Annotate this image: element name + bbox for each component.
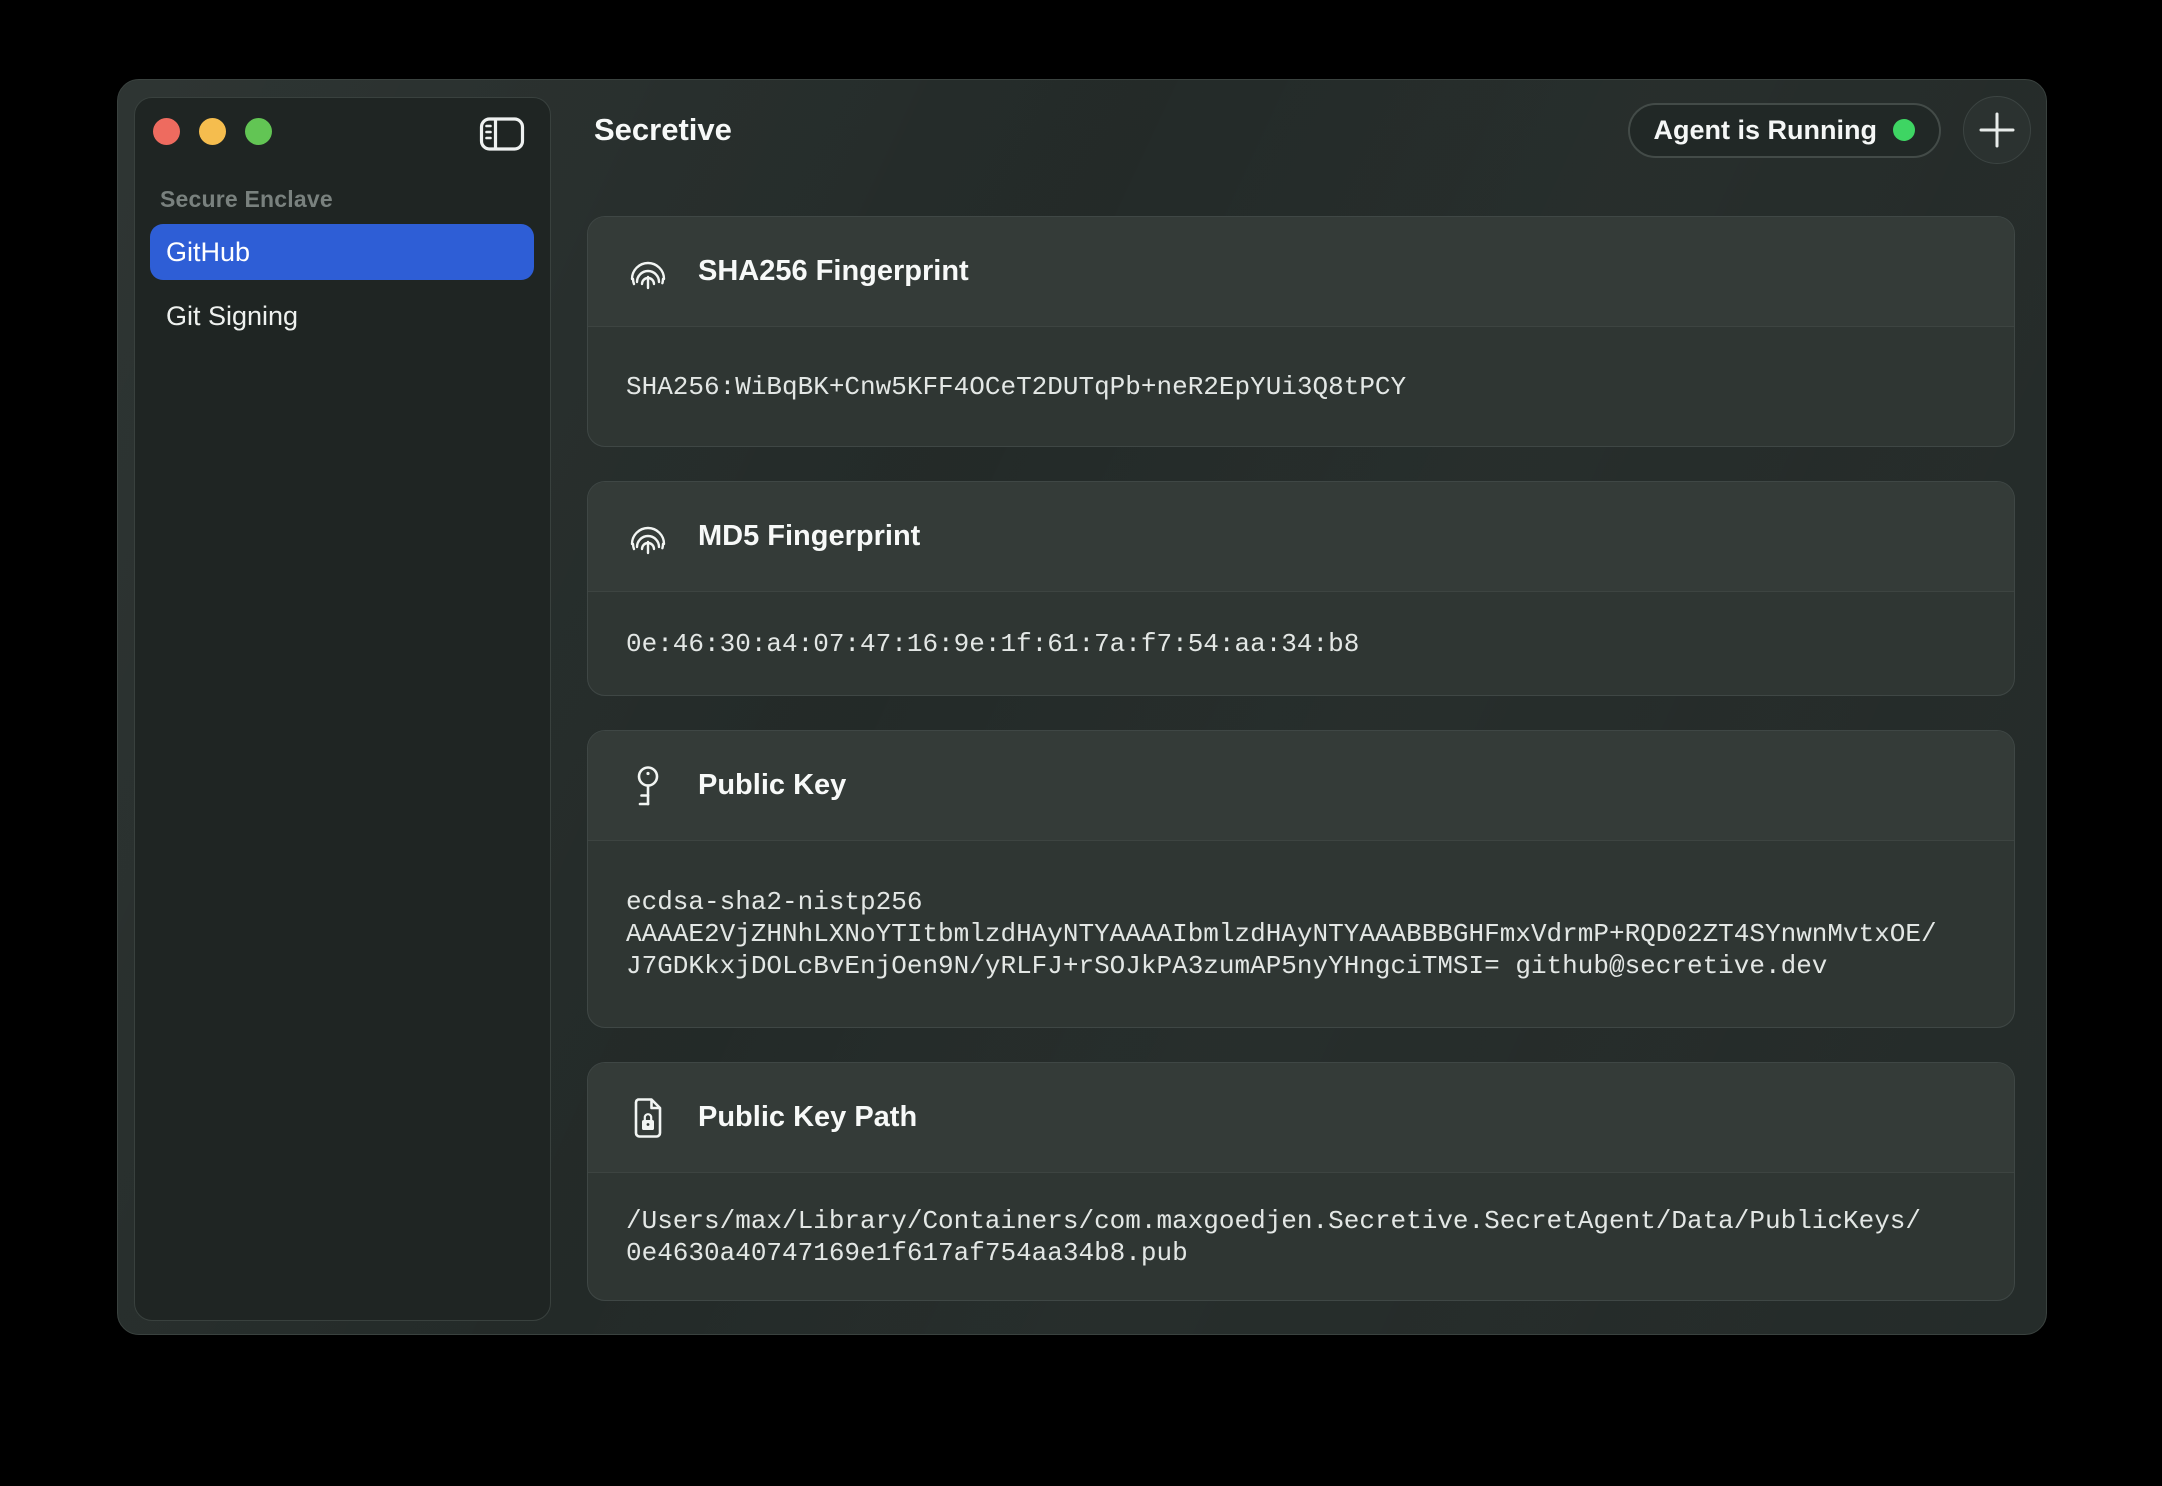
card-title: MD5 Fingerprint [698, 520, 920, 553]
card-header: MD5 Fingerprint [588, 482, 2014, 592]
minimize-button[interactable] [199, 118, 226, 145]
zoom-button[interactable] [245, 118, 272, 145]
card-header: Public Key [588, 731, 2014, 841]
md5-fingerprint-card: MD5 Fingerprint 0e:46:30:a4:07:47:16:9e:… [587, 481, 2015, 696]
main-content: Secretive Agent is Running [570, 80, 2046, 1334]
public-key-path-value: /Users/max/Library/Containers/com.maxgoe… [626, 1205, 1929, 1269]
key-detail-cards: SHA256 Fingerprint SHA256:WiBqBK+Cnw5KFF… [587, 216, 2015, 1301]
green-dot-icon [1893, 119, 1915, 141]
public-key-path-card: Public Key Path /Users/max/Library/Conta… [587, 1062, 2015, 1301]
agent-status-label: Agent is Running [1654, 115, 1877, 146]
traffic-lights [153, 118, 272, 145]
document-lock-icon [626, 1096, 670, 1140]
sidebar-toggle-button[interactable] [474, 112, 530, 156]
sidebar-item-github[interactable]: GitHub [150, 224, 534, 280]
sidebar-item-label: Git Signing [166, 301, 298, 332]
card-body: /Users/max/Library/Containers/com.maxgoe… [588, 1173, 2014, 1300]
sidebar-item-git-signing[interactable]: Git Signing [150, 288, 534, 344]
close-button[interactable] [153, 118, 180, 145]
sidebar-item-label: GitHub [166, 237, 250, 268]
page-title: Secretive [594, 112, 1628, 148]
card-title: Public Key Path [698, 1101, 917, 1134]
add-key-button[interactable] [1963, 96, 2031, 164]
md5-fingerprint-value: 0e:46:30:a4:07:47:16:9e:1f:61:7a:f7:54:a… [626, 628, 1359, 660]
sha256-fingerprint-card: SHA256 Fingerprint SHA256:WiBqBK+Cnw5KFF… [587, 216, 2015, 447]
card-header: Public Key Path [588, 1063, 2014, 1173]
card-header: SHA256 Fingerprint [588, 217, 2014, 327]
card-body: ecdsa-sha2-nistp256 AAAAE2VjZHNhLXNoYTIt… [588, 841, 2014, 1027]
card-title: Public Key [698, 769, 846, 802]
fingerprint-icon [626, 515, 670, 559]
card-body: 0e:46:30:a4:07:47:16:9e:1f:61:7a:f7:54:a… [588, 592, 2014, 695]
card-body: SHA256:WiBqBK+Cnw5KFF4OCeT2DUTqPb+neR2Ep… [588, 327, 2014, 446]
sidebar: Secure Enclave GitHub Git Signing [134, 97, 551, 1321]
key-icon [626, 764, 670, 808]
sidebar-section-label: Secure Enclave [160, 186, 333, 213]
agent-status-badge[interactable]: Agent is Running [1628, 103, 1941, 158]
sha256-fingerprint-value: SHA256:WiBqBK+Cnw5KFF4OCeT2DUTqPb+neR2Ep… [626, 371, 1406, 403]
public-key-card: Public Key ecdsa-sha2-nistp256 AAAAE2VjZ… [587, 730, 2015, 1028]
card-title: SHA256 Fingerprint [698, 255, 969, 288]
fingerprint-icon [626, 250, 670, 294]
public-key-value: ecdsa-sha2-nistp256 AAAAE2VjZHNhLXNoYTIt… [626, 886, 1944, 982]
secretive-window: Secure Enclave GitHub Git Signing Secret… [117, 79, 2047, 1335]
desktop-background: Secure Enclave GitHub Git Signing Secret… [0, 0, 2162, 1486]
titlebar: Secretive Agent is Running [570, 80, 2046, 180]
plus-icon [1978, 111, 2016, 149]
sidebar-toggle-icon [479, 116, 525, 152]
